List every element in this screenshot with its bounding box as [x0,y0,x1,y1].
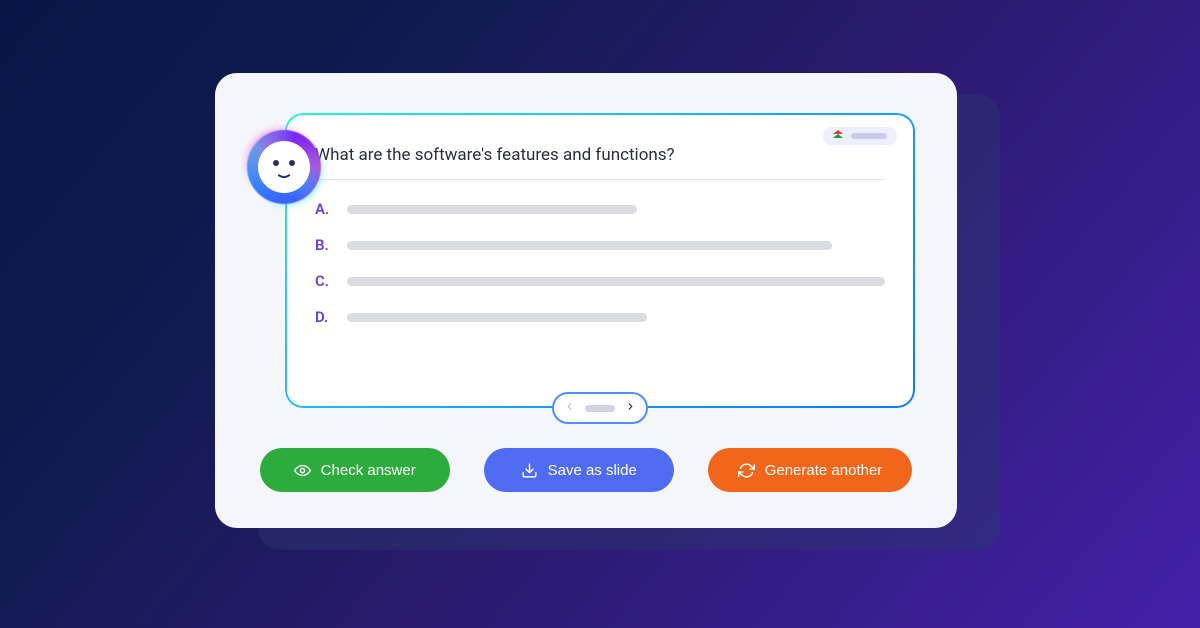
avatar-eye-right [289,160,295,166]
avatar-face [258,141,310,193]
option-a[interactable]: A. [315,200,885,218]
avatar-eye-left [273,160,279,166]
option-d[interactable]: D. [315,308,885,326]
difficulty-badge[interactable] [823,127,897,145]
chevron-left-icon[interactable] [562,401,577,415]
option-text-placeholder [347,313,647,322]
download-icon [521,462,538,479]
option-text-placeholder [347,241,832,250]
eye-icon [294,462,311,479]
option-c[interactable]: C. [315,272,885,290]
refresh-icon [738,462,755,479]
badge-placeholder-text [851,133,887,139]
chevron-right-icon[interactable] [623,401,638,415]
button-label: Generate another [765,462,883,479]
action-buttons: Check answer Save as slide Generate anot… [215,448,957,492]
button-label: Check answer [321,462,416,479]
question-text: What are the software's features and fun… [315,139,885,180]
main-card: What are the software's features and fun… [215,73,957,528]
button-label: Save as slide [548,462,637,479]
question-panel: What are the software's features and fun… [285,113,915,408]
generate-another-button[interactable]: Generate another [708,448,913,492]
option-text-placeholder [347,205,637,214]
option-b[interactable]: B. [315,236,885,254]
save-as-slide-button[interactable]: Save as slide [484,448,674,492]
option-label: C. [315,272,333,290]
check-answer-button[interactable]: Check answer [260,448,450,492]
option-label: B. [315,236,333,254]
avatar-smile [275,168,293,178]
option-label: D. [315,308,333,326]
page-indicator [585,405,615,412]
option-text-placeholder [347,277,885,286]
pyramid-icon [833,130,843,142]
options-list: A. B. C. D. [315,180,885,326]
pagination [552,392,648,424]
avatar [247,130,321,204]
